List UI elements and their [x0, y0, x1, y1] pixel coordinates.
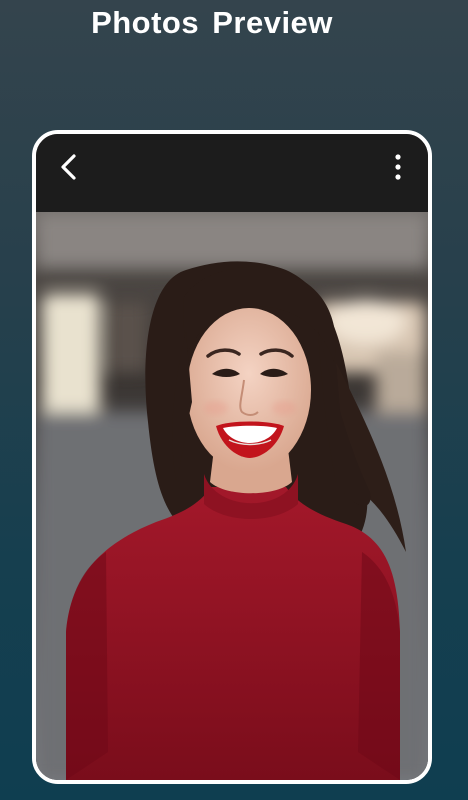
page-title: Photos Preview [91, 5, 333, 40]
photo-viewer-frame [32, 130, 432, 784]
more-vertical-icon [395, 154, 401, 180]
viewer-toolbar [36, 134, 428, 212]
preview-photo[interactable] [36, 212, 428, 780]
chevron-left-icon [61, 154, 76, 180]
more-options-button[interactable] [386, 150, 410, 184]
portrait-photo [36, 212, 428, 780]
back-button[interactable] [52, 150, 86, 184]
